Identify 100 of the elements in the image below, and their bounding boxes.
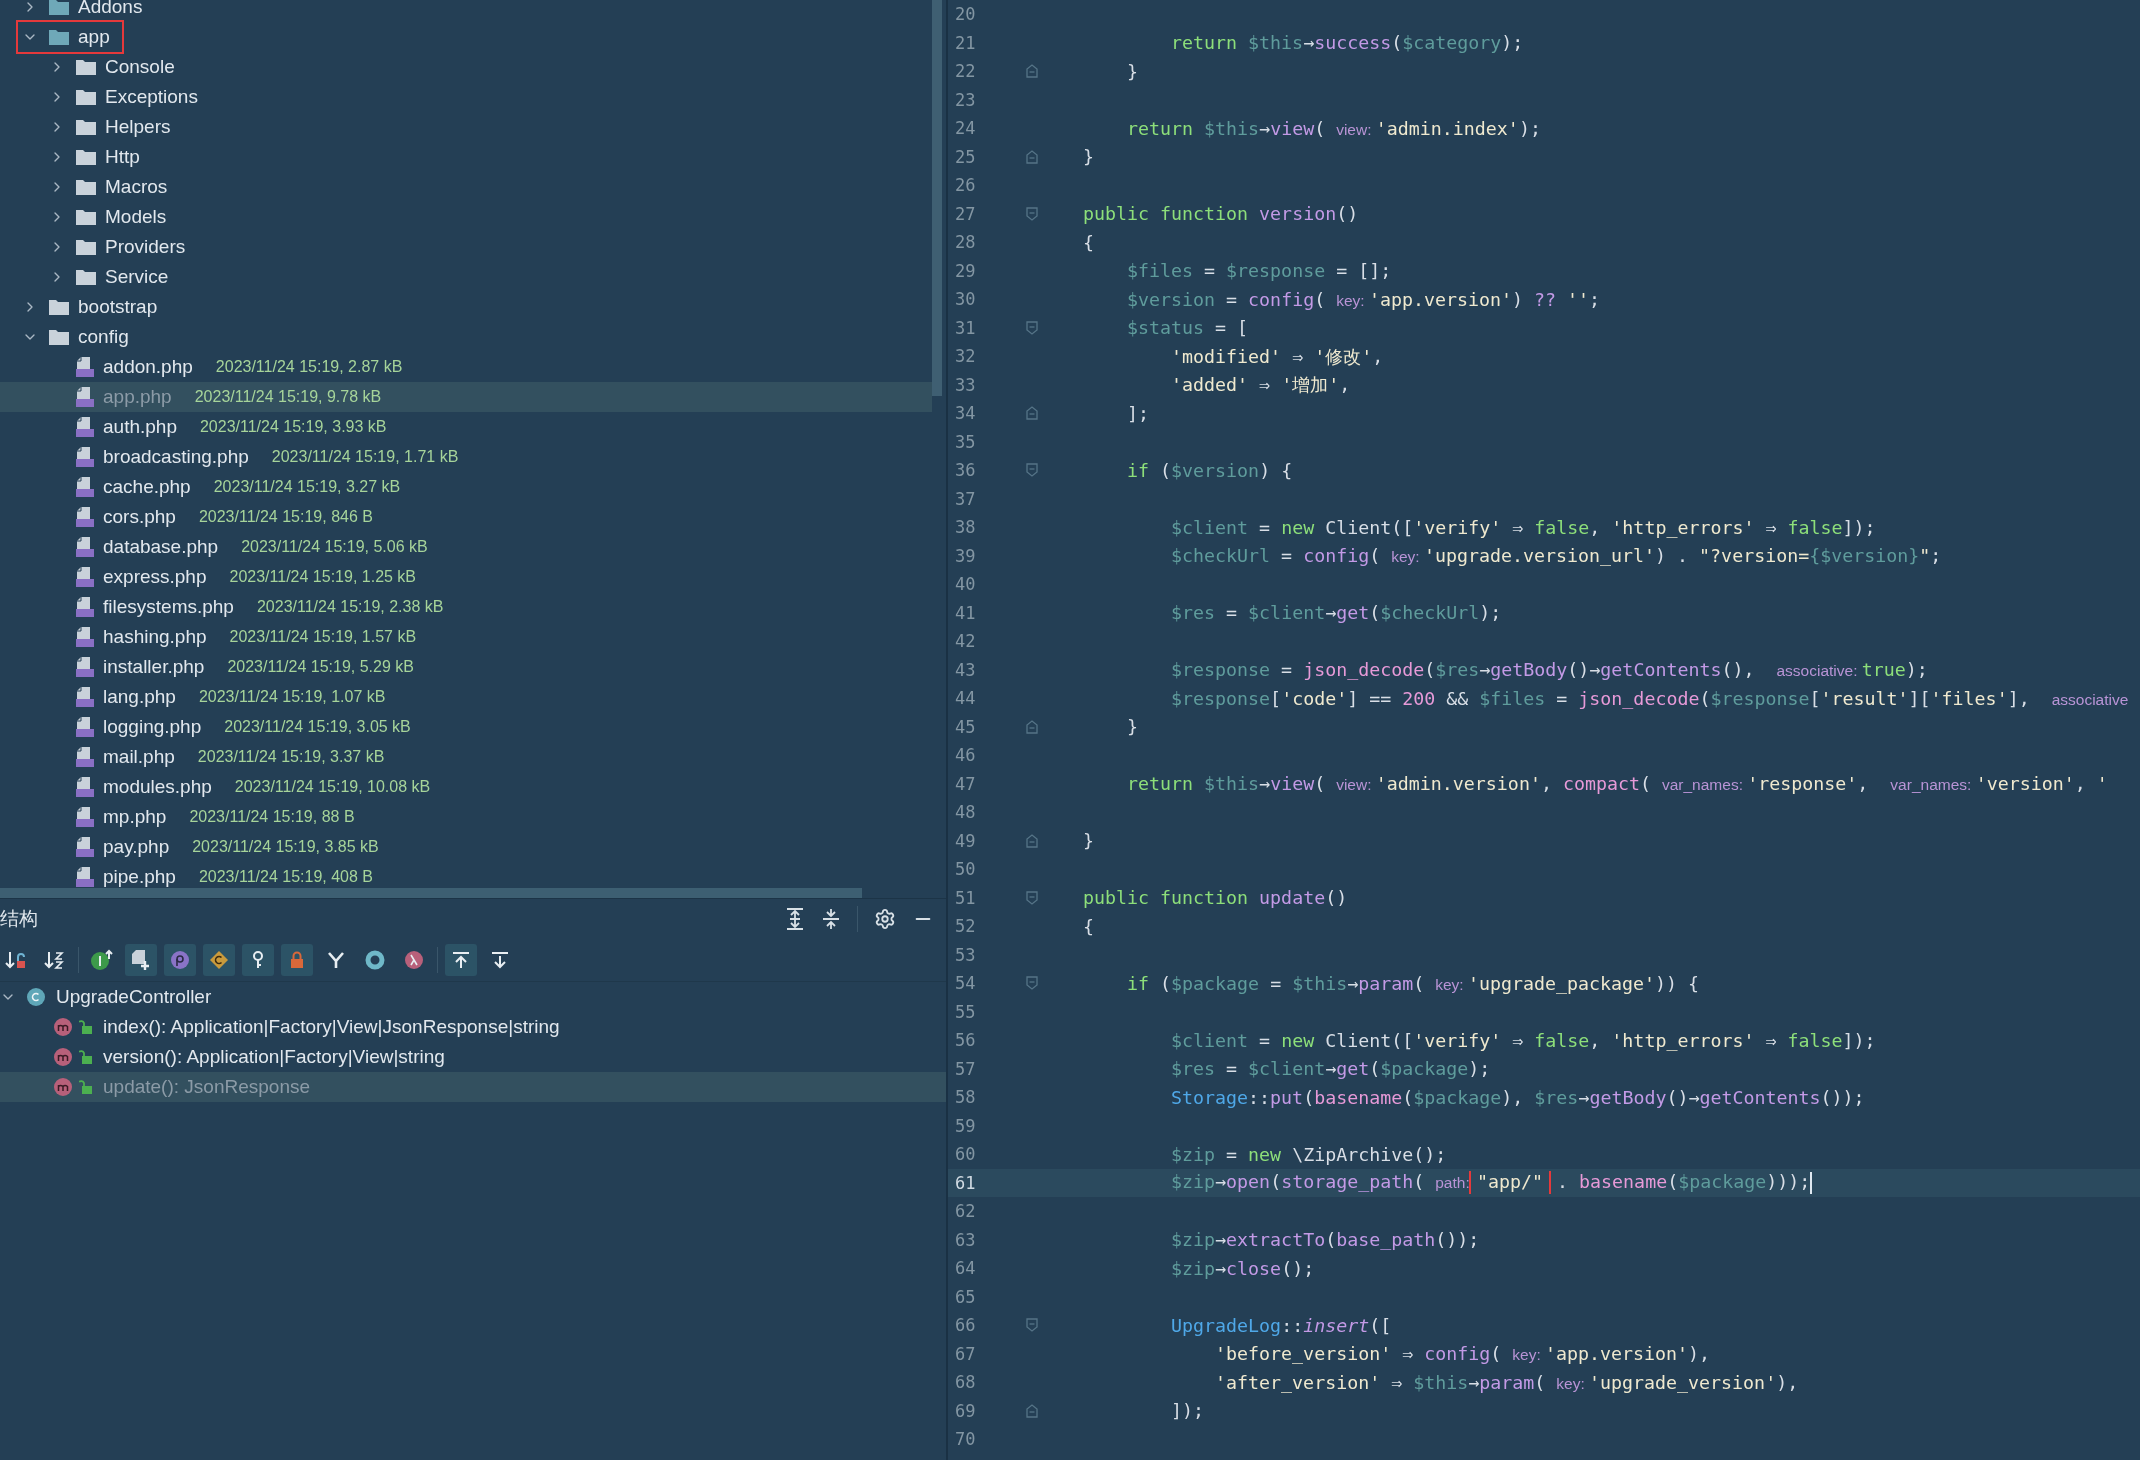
tree-row[interactable]: database.php 2023/11/24 15:19, 5.06 kB <box>0 532 932 562</box>
line-number: 37 <box>955 488 977 509</box>
fold-marker-icon[interactable] <box>1026 406 1038 421</box>
code-line: 'added' ⇒ '增加', <box>1170 373 1351 398</box>
tree-row[interactable]: mail.php 2023/11/24 15:19, 3.37 kB <box>0 742 932 772</box>
tree-row[interactable]: cache.php 2023/11/24 15:19, 3.27 kB <box>0 472 932 502</box>
toolbar-toggle[interactable] <box>125 944 157 976</box>
expand-all-icon[interactable] <box>785 908 805 930</box>
line-number: 33 <box>955 374 977 395</box>
method-signature: update(): JsonResponse <box>103 1076 310 1098</box>
collapse-all-icon[interactable] <box>821 908 841 930</box>
property-icon <box>170 950 190 970</box>
code-line: 'after_version' ⇒ $this→param( key: 'upgrade_version'), <box>1214 1371 1799 1393</box>
tree-row[interactable]: app <box>0 22 932 52</box>
line-number: 45 <box>955 716 977 737</box>
code-line: Storage::put(basename($package), $res→getBody()→getContents()); <box>1170 1086 1865 1108</box>
tree-row[interactable]: Models <box>0 202 932 232</box>
tree-row[interactable]: Http <box>0 142 932 172</box>
line-number: 40 <box>955 574 977 595</box>
line-number: 26 <box>955 175 977 196</box>
line-number: 60 <box>955 1144 977 1165</box>
line-number: 62 <box>955 1201 977 1222</box>
tree-row[interactable]: Exceptions <box>0 82 932 112</box>
structure-row[interactable]: UpgradeController <box>0 982 946 1012</box>
code-line: $version = config( key: 'app.version') ?? ''; <box>1126 288 1601 310</box>
horizontal-scrollbar[interactable] <box>0 888 862 898</box>
file-name: addon.php <box>103 356 193 378</box>
code-line: 'modified' ⇒ '修改', <box>1170 344 1384 369</box>
folder-icon <box>75 118 97 136</box>
method-icon <box>53 1017 73 1037</box>
tree-row[interactable]: Addons <box>0 0 932 22</box>
tree-row[interactable]: cors.php 2023/11/24 15:19, 846 B <box>0 502 932 532</box>
tree-row[interactable]: Console <box>0 52 932 82</box>
structure-row[interactable]: version(): Application|Factory|View|string <box>0 1042 946 1072</box>
fold-marker-icon[interactable] <box>1026 149 1038 164</box>
inherited-icon <box>90 949 114 971</box>
tree-row[interactable]: auth.php 2023/11/24 15:19, 3.93 kB <box>0 412 932 442</box>
tree-row[interactable]: Helpers <box>0 112 932 142</box>
file-meta: 2023/11/24 15:19, 10.08 kB <box>234 778 431 796</box>
fold-marker-icon[interactable] <box>1026 463 1038 478</box>
toolbar-toggle[interactable] <box>203 944 235 976</box>
tree-row[interactable]: bootstrap <box>0 292 932 322</box>
fold-marker-icon[interactable] <box>1026 206 1038 221</box>
fold-marker-icon[interactable] <box>1026 890 1038 905</box>
vertical-scrollbar[interactable] <box>932 0 942 396</box>
line-number: 50 <box>955 859 977 880</box>
tree-row[interactable]: hashing.php 2023/11/24 15:19, 1.57 kB <box>0 622 932 652</box>
code-line: $client = new Client(['verify' ⇒ false, 'http_errors' ⇒ false]); <box>1170 1029 1876 1051</box>
line-number: 28 <box>955 232 977 253</box>
code-line: $zip→open(storage_path( path: "app/" . basename($package))); <box>1170 1171 1813 1195</box>
tree-row[interactable]: app.php 2023/11/24 15:19, 9.78 kB <box>0 382 932 412</box>
tree-row[interactable]: modules.php 2023/11/24 15:19, 10.08 kB <box>0 772 932 802</box>
code-line: { <box>1083 915 1094 937</box>
folder-icon <box>75 178 97 196</box>
toolbar-toggle[interactable] <box>281 944 313 976</box>
tree-row[interactable]: config <box>0 322 932 352</box>
fold-marker-icon[interactable] <box>1026 976 1038 991</box>
fold-marker-icon[interactable] <box>1026 833 1038 848</box>
file-name: modules.php <box>103 776 212 798</box>
arrow-up-bar-icon <box>451 950 471 970</box>
file-name: auth.php <box>103 416 177 438</box>
file-meta: 2023/11/24 15:19, 3.37 kB <box>197 748 385 766</box>
tree-row[interactable]: mp.php 2023/11/24 15:19, 88 B <box>0 802 932 832</box>
unlocked-icon <box>79 1049 93 1065</box>
tree-row[interactable]: Providers <box>0 232 932 262</box>
tree-row[interactable]: filesystems.php 2023/11/24 15:19, 2.38 kB <box>0 592 932 622</box>
tree-row[interactable]: pay.php 2023/11/24 15:19, 3.85 kB <box>0 832 932 862</box>
method-signature: version(): Application|Factory|View|string <box>103 1046 445 1068</box>
tree-row[interactable]: addon.php 2023/11/24 15:19, 2.87 kB <box>0 352 932 382</box>
line-number: 64 <box>955 1258 977 1279</box>
toolbar-toggle[interactable] <box>445 944 477 976</box>
tree-row[interactable]: broadcasting.php 2023/11/24 15:19, 1.71 kB <box>0 442 932 472</box>
folder-icon <box>75 88 97 106</box>
file-meta: 2023/11/24 15:19, 88 B <box>189 808 355 826</box>
code-line: $res = $client→get($checkUrl); <box>1170 602 1502 624</box>
tree-row[interactable]: logging.php 2023/11/24 15:19, 3.05 kB <box>0 712 932 742</box>
file-meta: 2023/11/24 15:19, 408 B <box>198 868 373 886</box>
fold-marker-icon[interactable] <box>1026 1318 1038 1333</box>
code-line: if ($version) { <box>1126 459 1293 481</box>
fold-marker-icon[interactable] <box>1026 64 1038 79</box>
tree-row[interactable]: pipe.php 2023/11/24 15:19, 408 B <box>0 862 932 892</box>
structure-row[interactable]: index(): Application|Factory|View|JsonResponse|string <box>0 1012 946 1042</box>
line-number: 32 <box>955 346 977 367</box>
file-name: express.php <box>103 566 207 588</box>
settings-icon[interactable] <box>874 908 896 930</box>
fold-marker-icon[interactable] <box>1026 719 1038 734</box>
tree-row[interactable]: Service <box>0 262 932 292</box>
fold-marker-icon[interactable] <box>1026 320 1038 335</box>
file-name: filesystems.php <box>103 596 234 618</box>
tree-row[interactable]: express.php 2023/11/24 15:19, 1.25 kB <box>0 562 932 592</box>
sort-alpha-icon <box>44 949 66 971</box>
toolbar-toggle[interactable] <box>164 944 196 976</box>
tree-row[interactable]: Macros <box>0 172 932 202</box>
fold-marker-icon[interactable] <box>1026 1403 1038 1418</box>
tree-row[interactable]: lang.php 2023/11/24 15:19, 1.07 kB <box>0 682 932 712</box>
tree-row[interactable]: installer.php 2023/11/24 15:19, 5.29 kB <box>0 652 932 682</box>
folder-name: Models <box>105 206 167 228</box>
php-file-icon <box>75 746 95 768</box>
code-line: public function version() <box>1083 203 1359 225</box>
toolbar-toggle[interactable] <box>242 944 274 976</box>
